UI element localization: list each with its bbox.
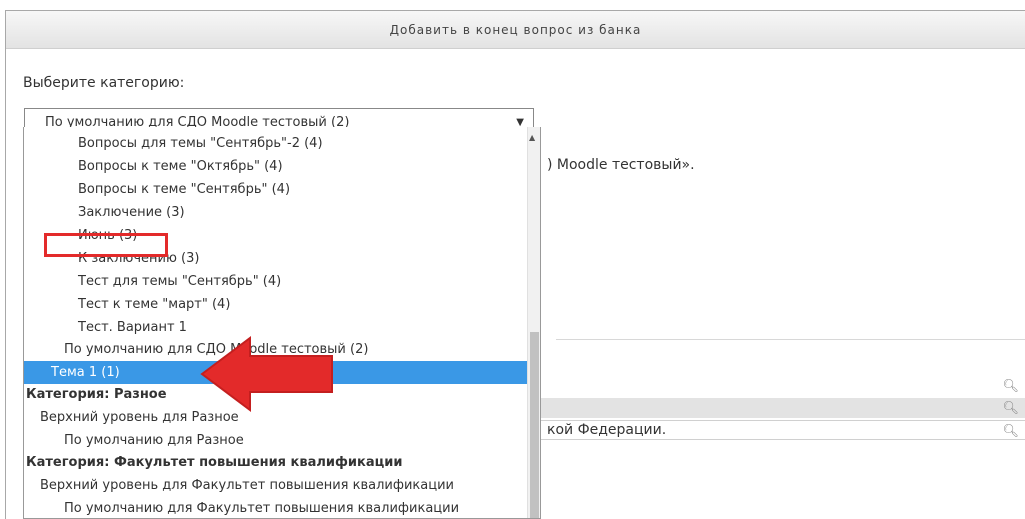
search-row-1[interactable]: 🔍︎ (536, 376, 1025, 396)
dropdown-scrollbar[interactable]: ▲ (527, 127, 540, 518)
scroll-up-icon[interactable]: ▲ (529, 133, 535, 142)
annotation-arrow-icon (200, 336, 333, 412)
dropdown-option[interactable]: Тест для темы "Сентябрь" (4) (24, 270, 540, 293)
category-label: Выберите категорию: (23, 75, 185, 91)
row-text: кой Федерации. (547, 422, 667, 438)
search-row-2[interactable]: 🔍︎ (536, 398, 1025, 418)
dropdown-option[interactable]: Вопросы к теме "Октябрь" (4) (24, 155, 540, 178)
scroll-thumb[interactable] (530, 332, 539, 518)
dropdown-option[interactable]: Вопросы для темы "Сентябрь"-2 (4) (24, 132, 540, 155)
annotation-highlight-box (44, 233, 168, 257)
dropdown-option[interactable]: Верхний уровень для Факультет повышения … (24, 474, 540, 497)
divider (556, 339, 1025, 340)
magnifier-icon[interactable]: 🔍︎ (1002, 424, 1019, 439)
course-info-text: ) Moodle тестовый». (547, 157, 695, 173)
dropdown-option[interactable]: Тест к теме "март" (4) (24, 293, 540, 316)
magnifier-icon[interactable]: 🔍︎ (1002, 379, 1019, 394)
magnifier-icon[interactable]: 🔍︎ (1002, 401, 1019, 416)
dropdown-option[interactable]: По умолчанию для Разное (24, 429, 540, 452)
dropdown-group-header: Категория: Факультет повышения квалифика… (26, 455, 403, 470)
search-row-3[interactable]: кой Федерации. 🔍︎ (536, 420, 1025, 440)
category-dropdown-list[interactable]: Вопросы для темы "Сентябрь"-2 (4) Вопрос… (23, 127, 541, 519)
dropdown-option[interactable]: По умолчанию для Факультет повышения ква… (24, 497, 540, 518)
dialog-title: Добавить в конец вопрос из банка (6, 11, 1025, 49)
dropdown-option[interactable]: Вопросы к теме "Сентябрь" (4) (24, 178, 540, 201)
dropdown-option[interactable]: Заключение (3) (24, 201, 540, 224)
